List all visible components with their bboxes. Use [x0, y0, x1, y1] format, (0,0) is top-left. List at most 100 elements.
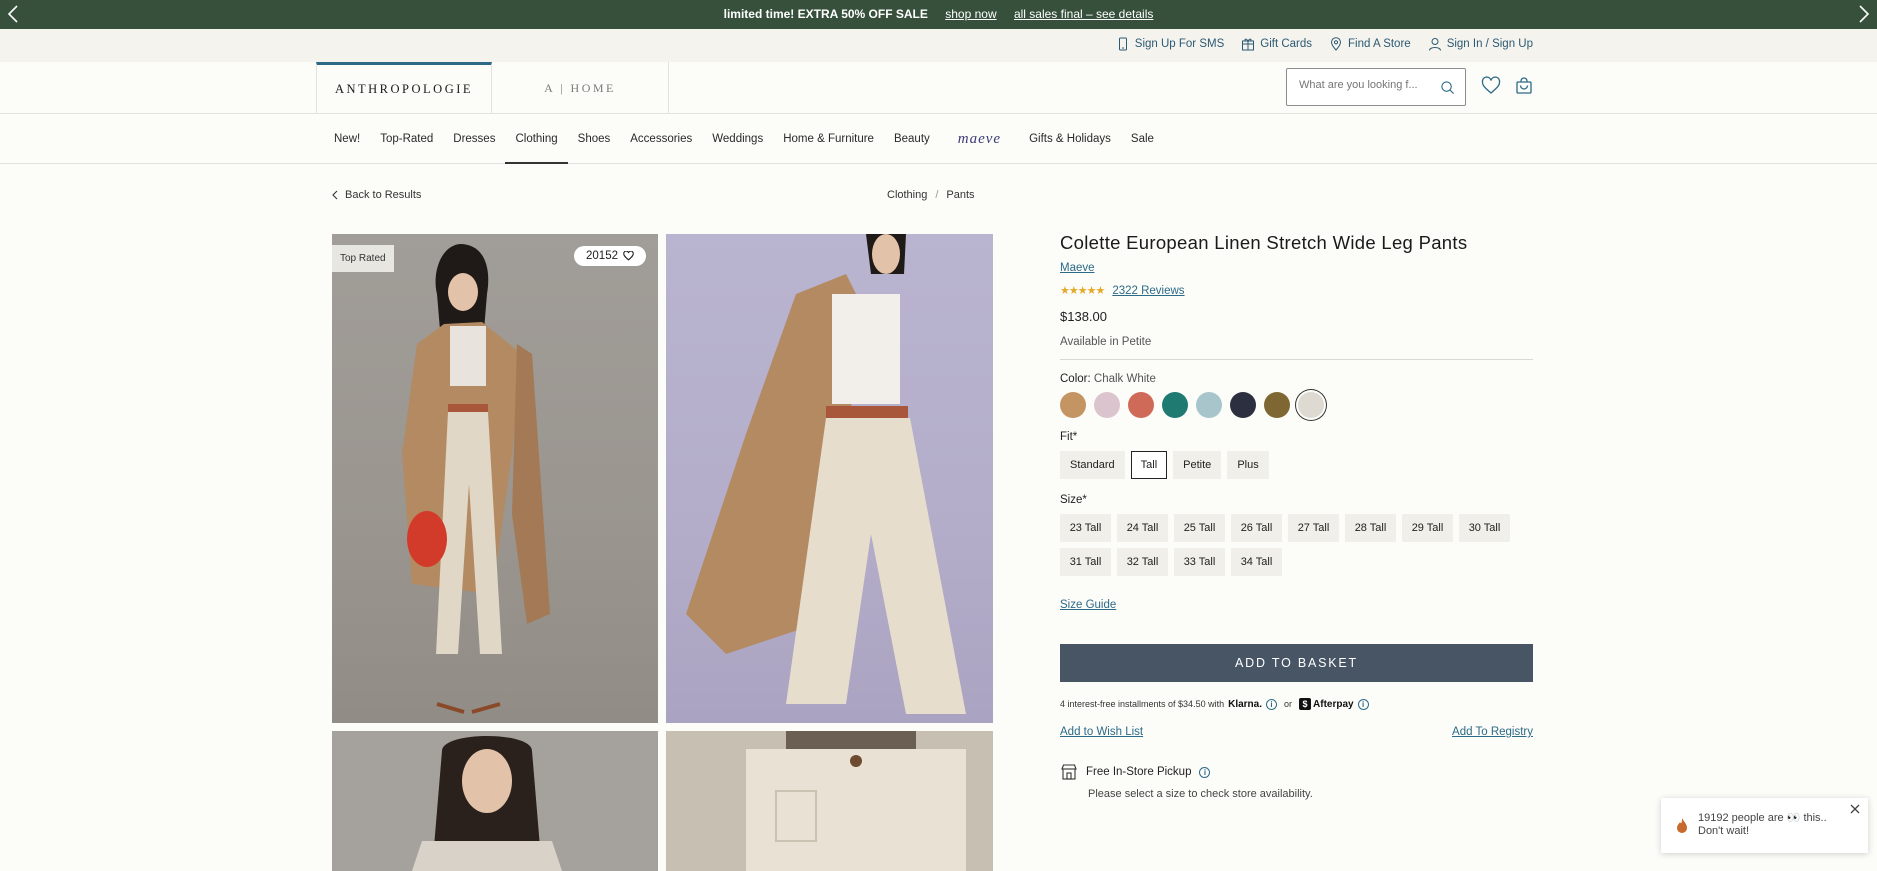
nav-item-beauty[interactable]: Beauty: [884, 114, 940, 164]
afterpay-logo: $ Afterpay: [1299, 698, 1354, 710]
nav-item-shoes[interactable]: Shoes: [568, 114, 621, 164]
klarna-info-icon[interactable]: i: [1266, 698, 1277, 710]
breadcrumb-separator: /: [935, 189, 939, 201]
model-portrait-illustration: [412, 736, 562, 871]
fit-label: Fit*: [1060, 431, 1078, 443]
see-details-link[interactable]: all sales final – see details: [1014, 7, 1153, 21]
product-brand-link[interactable]: Maeve: [1060, 262, 1095, 274]
product-image-2[interactable]: [666, 234, 993, 723]
favorites-count: 20152: [586, 250, 618, 262]
nav-item-maeve-logo[interactable]: maeve: [940, 114, 1019, 164]
fit-option-tall[interactable]: Tall: [1130, 451, 1168, 479]
promo-next-arrow-icon[interactable]: [1851, 2, 1875, 26]
sms-signup-label: Sign Up For SMS: [1134, 38, 1225, 50]
model-front-illustration: [402, 244, 550, 714]
nav-item-home-furniture[interactable]: Home & Furniture: [773, 114, 884, 164]
sms-signup-link[interactable]: Sign Up For SMS: [1116, 37, 1224, 51]
nav-item-dresses[interactable]: Dresses: [443, 114, 505, 164]
fit-options: Standard Tall Petite Plus: [1060, 451, 1533, 479]
size-option[interactable]: 28 Tall: [1345, 514, 1396, 542]
search-icon[interactable]: [1440, 80, 1455, 95]
sign-in-link[interactable]: Sign In / Sign Up: [1428, 37, 1533, 51]
nav-item-weddings[interactable]: Weddings: [702, 114, 773, 164]
color-swatch[interactable]: [1264, 392, 1290, 418]
product-image-1[interactable]: Top Rated 20152: [332, 234, 658, 723]
wishlist-heart-icon[interactable]: [1481, 76, 1501, 96]
sign-in-label: Sign In / Sign Up: [1446, 38, 1533, 50]
nav-item-gifts-holidays[interactable]: Gifts & Holidays: [1019, 114, 1121, 164]
breadcrumb-clothing[interactable]: Clothing: [887, 189, 927, 201]
color-swatch-selected[interactable]: [1298, 392, 1324, 418]
nav-item-sale[interactable]: Sale: [1121, 114, 1164, 164]
product-image-3[interactable]: [332, 731, 658, 871]
product-price: $138.00: [1060, 309, 1107, 324]
favorites-count-button[interactable]: 20152: [574, 246, 646, 266]
promo-bar: limited time! EXTRA 50% OFF SALE shop no…: [0, 0, 1877, 29]
nav-item-accessories[interactable]: Accessories: [620, 114, 702, 164]
availability-note: Available in Petite: [1060, 336, 1152, 348]
color-swatches: [1060, 392, 1533, 418]
social-proof-toast: 19192 people are 👀 this.. Don't wait!: [1661, 798, 1868, 853]
product-image-4[interactable]: [666, 731, 993, 871]
search-input[interactable]: [1299, 79, 1439, 91]
afterpay-mark-icon: $: [1299, 698, 1312, 710]
size-option[interactable]: 31 Tall: [1060, 548, 1111, 576]
pickup-availability-note: Please select a size to check store avai…: [1088, 788, 1313, 800]
search-box: [1286, 68, 1466, 106]
location-pin-icon: [1331, 37, 1342, 51]
size-option[interactable]: 24 Tall: [1117, 514, 1168, 542]
size-options-row-1: 23 Tall 24 Tall 25 Tall 26 Tall 27 Tall …: [1060, 514, 1533, 542]
close-icon[interactable]: [1848, 802, 1862, 816]
nav-item-new[interactable]: New!: [324, 114, 370, 164]
site-header: ANTHROPOLOGIE A | HOME: [0, 62, 1877, 114]
add-to-basket-button[interactable]: ADD TO BASKET: [1060, 644, 1533, 682]
size-option[interactable]: 27 Tall: [1288, 514, 1339, 542]
gift-cards-link[interactable]: Gift Cards: [1241, 37, 1312, 51]
shopping-bag-icon[interactable]: [1514, 76, 1534, 96]
color-swatch[interactable]: [1060, 392, 1086, 418]
klarna-logo: Klarna.: [1228, 698, 1262, 710]
shop-now-link[interactable]: shop now: [945, 7, 996, 21]
color-swatch[interactable]: [1094, 392, 1120, 418]
size-option[interactable]: 26 Tall: [1231, 514, 1282, 542]
fit-option-plus[interactable]: Plus: [1227, 451, 1269, 479]
back-to-results-link[interactable]: Back to Results: [331, 189, 421, 201]
a-home-logo-tab[interactable]: A | HOME: [492, 62, 669, 114]
add-to-wishlist-link[interactable]: Add to Wish List: [1060, 726, 1143, 738]
size-option[interactable]: 23 Tall: [1060, 514, 1111, 542]
size-option[interactable]: 29 Tall: [1402, 514, 1453, 542]
afterpay-info-icon[interactable]: i: [1357, 698, 1369, 710]
color-label-text: Color:: [1060, 373, 1091, 385]
reviews-link[interactable]: 2322 Reviews: [1112, 285, 1184, 297]
store-icon: [1061, 764, 1077, 780]
breadcrumb-pants[interactable]: Pants: [946, 189, 974, 201]
installments-text: 4 interest-free installments of $34.50 w…: [1060, 699, 1225, 709]
size-option[interactable]: 33 Tall: [1174, 548, 1225, 576]
fit-option-petite[interactable]: Petite: [1173, 451, 1222, 479]
color-swatch[interactable]: [1128, 392, 1154, 418]
size-option[interactable]: 25 Tall: [1174, 514, 1225, 542]
toast-line-1: 19192 people are 👀 this..: [1698, 812, 1827, 824]
nav-item-top-rated[interactable]: Top-Rated: [370, 114, 443, 164]
product-info: Colette European Linen Stretch Wide Leg …: [1060, 232, 1533, 800]
toast-line-2: Don't wait!: [1698, 825, 1750, 837]
product-rating: ★★★★★ 2322 Reviews: [1060, 284, 1533, 298]
promo-text: limited time! EXTRA 50% OFF SALE: [723, 7, 928, 21]
color-swatch[interactable]: [1162, 392, 1188, 418]
size-guide-link[interactable]: Size Guide: [1060, 599, 1116, 611]
find-store-link[interactable]: Find A Store: [1329, 37, 1411, 51]
fit-option-standard[interactable]: Standard: [1060, 451, 1125, 479]
product-title: Colette European Linen Stretch Wide Leg …: [1060, 232, 1468, 253]
size-option[interactable]: 30 Tall: [1459, 514, 1510, 542]
size-option[interactable]: 32 Tall: [1117, 548, 1168, 576]
installments-or: or: [1284, 699, 1293, 709]
color-swatch[interactable]: [1196, 392, 1222, 418]
phone-icon: [1118, 37, 1127, 51]
size-option[interactable]: 34 Tall: [1231, 548, 1282, 576]
add-to-registry-link[interactable]: Add To Registry: [1452, 726, 1533, 738]
pickup-info-icon[interactable]: i: [1199, 766, 1211, 778]
nav-item-clothing[interactable]: Clothing: [505, 114, 568, 164]
store-pickup: Free In-Store Pickup i: [1060, 763, 1533, 781]
color-swatch[interactable]: [1230, 392, 1256, 418]
anthropologie-logo-tab[interactable]: ANTHROPOLOGIE: [316, 62, 492, 114]
